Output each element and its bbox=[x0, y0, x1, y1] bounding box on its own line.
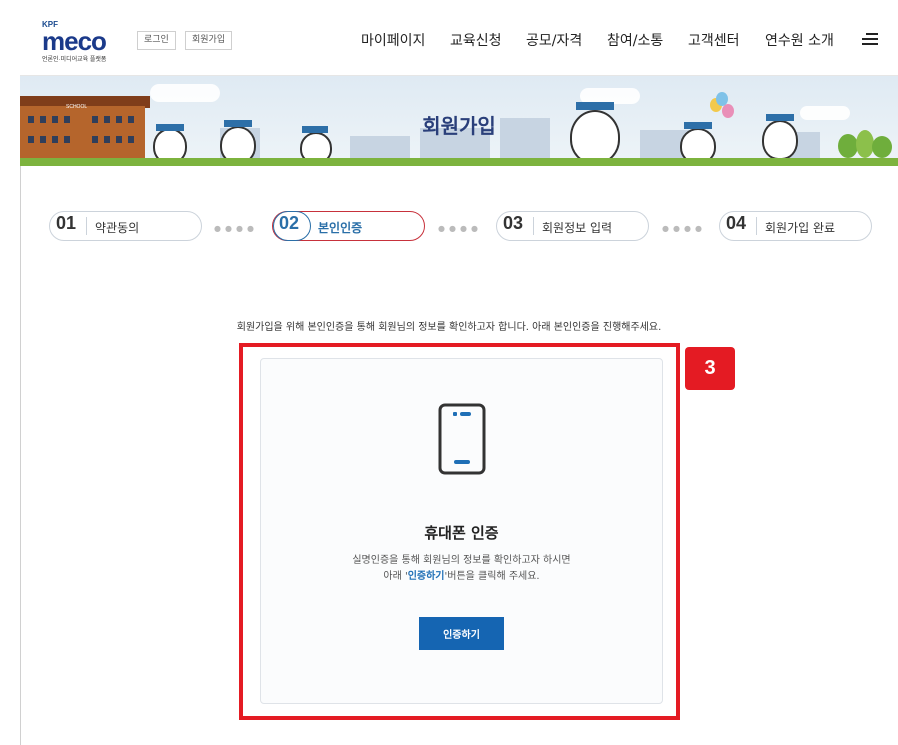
hamburger-menu-icon[interactable] bbox=[862, 33, 878, 45]
step-complete: 04 회원가입 완료 bbox=[719, 211, 872, 241]
nav-education[interactable]: 교육신청 bbox=[450, 30, 502, 50]
site-header: KPF meco 언론인·미디어교육 플랫폼 로그인 회원가입 마이페이지 교육… bbox=[20, 0, 898, 76]
step-verification: 02 본인인증 bbox=[272, 211, 425, 241]
nav-about[interactable]: 연수원 소개 bbox=[765, 30, 834, 50]
step-label: 약관동의 bbox=[95, 221, 140, 235]
step-agreement: 01 약관동의 bbox=[49, 211, 202, 241]
intro-text: 회원가입을 위해 본인인증을 통해 회원님의 정보를 확인하고자 합니다. 아래… bbox=[236, 322, 662, 333]
step-member-info: 03 회원정보 입력 bbox=[496, 211, 649, 241]
step-number: 04 bbox=[726, 213, 747, 233]
join-button[interactable]: 회원가입 bbox=[185, 31, 233, 50]
annotation-badge: 3 bbox=[685, 347, 735, 390]
page: KPF meco 언론인·미디어교육 플랫폼 로그인 회원가입 마이페이지 교육… bbox=[0, 0, 898, 745]
step-label: 회원정보 입력 bbox=[542, 221, 613, 235]
nav-mypage[interactable]: 마이페이지 bbox=[361, 30, 425, 50]
nav-support[interactable]: 고객센터 bbox=[688, 30, 740, 50]
logo-subtitle: 언론인·미디어교육 플랫폼 bbox=[42, 57, 107, 63]
logo-word: meco bbox=[42, 26, 107, 56]
step-label: 본인인증 bbox=[318, 221, 363, 235]
step-label: 회원가입 완료 bbox=[765, 221, 836, 235]
annotation-highlight-box bbox=[239, 343, 680, 720]
page-banner: SCHOOL 회원가입 bbox=[20, 76, 898, 166]
nav-contest[interactable]: 공모/자격 bbox=[526, 30, 582, 50]
site-logo[interactable]: KPF meco 언론인·미디어교육 플랫폼 bbox=[42, 20, 122, 63]
step-number: 01 bbox=[56, 213, 77, 233]
nav-community[interactable]: 참여/소통 bbox=[607, 30, 663, 50]
step-number: 03 bbox=[503, 213, 524, 233]
login-button[interactable]: 로그인 bbox=[137, 31, 176, 50]
page-title: 회원가입 bbox=[422, 114, 496, 138]
step-number: 02 bbox=[279, 213, 300, 233]
